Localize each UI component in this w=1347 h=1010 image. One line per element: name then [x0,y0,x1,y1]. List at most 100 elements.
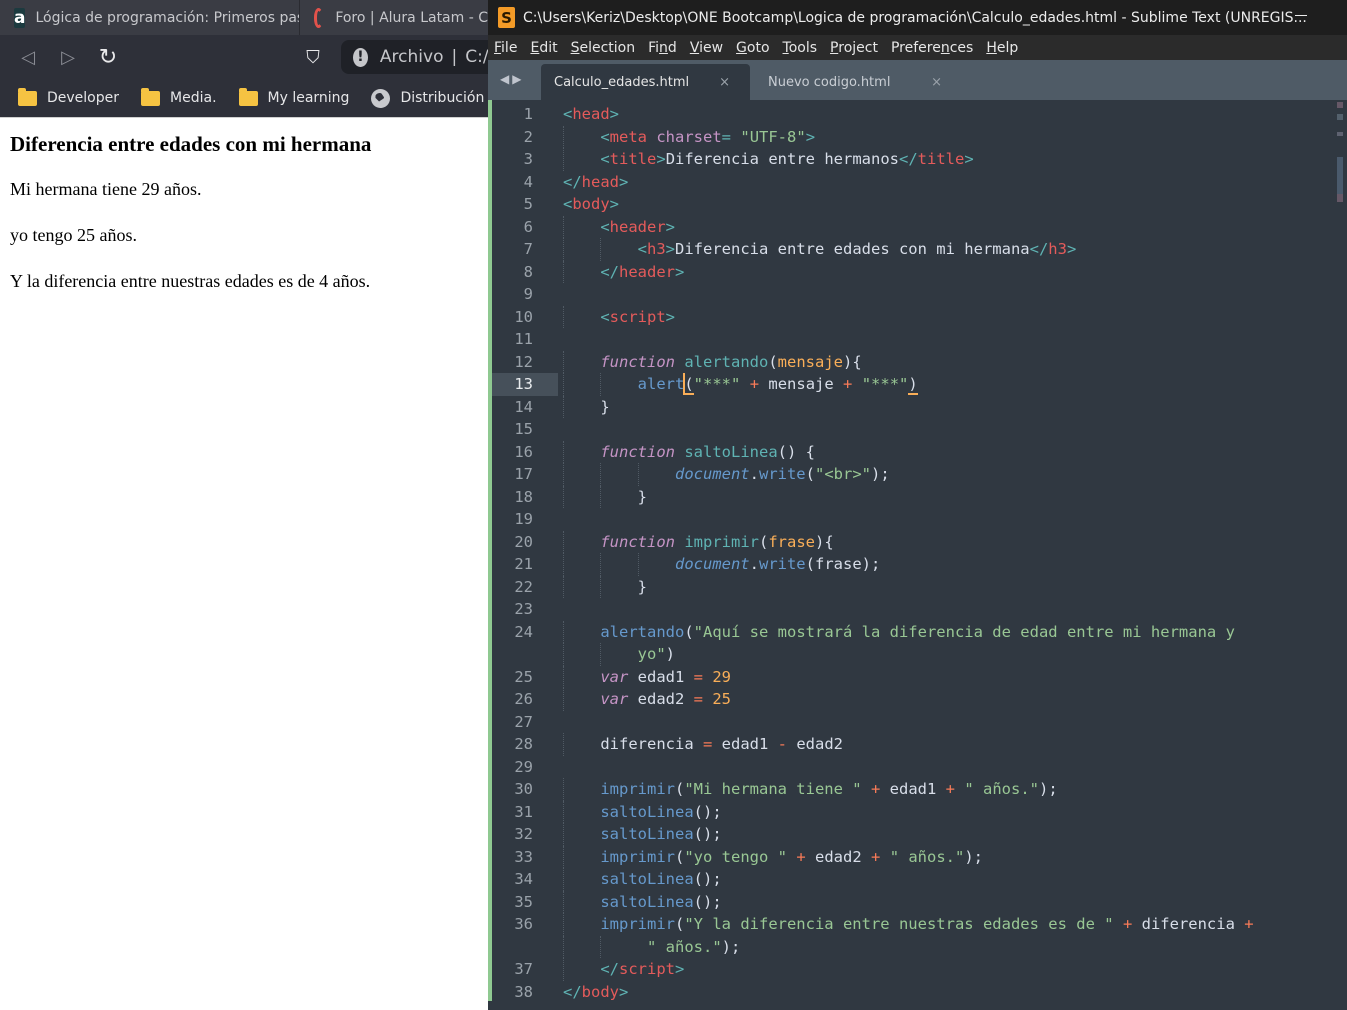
code-editor[interactable]: 1234567891011121314151617181920212223240… [488,100,1347,1010]
info-icon[interactable]: ! [353,47,368,67]
line-number: 23 [514,600,533,618]
indent-guide [563,733,564,756]
code-line[interactable]: document.write(frase); [563,553,1333,576]
code-line[interactable]: function saltoLinea() { [563,440,1333,463]
menu-item[interactable]: File [494,40,517,56]
code-line[interactable]: saltoLinea(); [563,800,1333,823]
code-line[interactable]: saltoLinea(); [563,890,1333,913]
code-line[interactable] [563,418,1333,441]
token-str: " años." [647,937,722,956]
code-line[interactable]: </head> [563,171,1333,194]
token-builtin: alert [637,375,685,393]
code-line[interactable]: saltoLinea(); [563,868,1333,891]
code-line[interactable]: document.write("<br>"); [563,463,1333,486]
bookmark-label: Developer [47,90,120,106]
token-op: + [843,375,853,393]
folder-icon [238,87,258,106]
tab-title: Foro | Alura Latam - C [335,9,488,26]
code-line[interactable]: <meta charset= "UTF-8"> [563,125,1333,148]
bookmark-developer[interactable]: Developer [18,87,120,106]
menu-item[interactable]: Edit [530,40,557,56]
menu-item[interactable]: Project [830,40,878,56]
indent-guide [563,778,564,801]
code-line[interactable]: </body> [563,981,1333,1004]
code-line[interactable]: <head> [563,103,1333,126]
tab-nav-arrows-icon[interactable]: ◀▶ [500,72,524,86]
menu-item[interactable]: Selection [571,40,636,56]
code-line[interactable]: diferencia = edad1 - edad2 [563,733,1333,756]
code-line[interactable] [563,598,1333,621]
code-line[interactable]: var edad2 = 25 [563,688,1333,711]
code-line[interactable]: </header> [563,260,1333,283]
token-tag: h3 [1048,240,1067,258]
minimize-icon[interactable] [1295,15,1307,16]
code-line[interactable] [563,508,1333,531]
line-number: 34 [514,870,533,888]
token-str: "UTF-8" [740,127,806,146]
code-line[interactable]: var edad1 = 29 [563,665,1333,688]
code-line[interactable]: } [563,575,1333,598]
line-number: 10 [514,307,533,326]
editor-tab-calculo-edades[interactable]: Calculo_edades.html × [541,64,750,100]
line-number-gutter: 1234567891011121314151617181920212223240… [492,103,558,1003]
code-line[interactable]: saltoLinea(); [563,823,1333,846]
token-plain: mensaje [759,375,844,393]
code-line[interactable]: function imprimir(frase){ [563,530,1333,553]
address-bar[interactable]: ! Archivo | C:/U [341,40,501,74]
token-str: "***" [861,375,909,393]
line-number: 20 [514,532,533,551]
token-str: "Aquí se mostrará la diferencia de edad … [693,622,1235,641]
bookmark-distribucion[interactable]: Distribución se [371,88,488,108]
editor-tab-nuevo-codigo[interactable]: Nuevo codigo.html × [758,64,958,100]
token-op: = [702,735,713,753]
code-line[interactable]: imprimir("Y la diferencia entre nuestras… [563,913,1333,936]
code-line[interactable]: imprimir("yo tengo " + edad2 + " años.")… [563,845,1333,868]
code-line[interactable]: yo") [563,643,1333,666]
browser-tab-foro[interactable]: Foro | Alura Latam - C [300,0,488,35]
bookmark-icon[interactable]: ⛉ [301,45,325,69]
code-line[interactable] [563,756,1333,779]
code-line[interactable]: function alertando(mensaje){ [563,350,1333,373]
token-call: saltoLinea [600,825,694,843]
menu-item[interactable]: Tools [783,40,818,56]
token-punc: > [805,127,816,146]
code-line[interactable]: </script> [563,958,1333,981]
code-line[interactable]: imprimir("Mi hermana tiene " + edad1 + "… [563,778,1333,801]
code-line[interactable]: alertando("Aquí se mostrará la diferenci… [563,620,1333,643]
menu-item[interactable]: View [690,40,723,56]
bookmark-media[interactable]: Media. [141,87,217,106]
minimap[interactable] [1337,102,1343,202]
token-plain: ); [721,937,741,956]
indent-guide [600,935,602,958]
tab-label: Nuevo codigo.html [768,74,891,90]
code-line[interactable]: <script> [563,305,1333,328]
bookmark-my-learning[interactable]: My learning [238,87,349,106]
menu-item[interactable]: Preferences [891,40,973,56]
code-line[interactable]: <h3>Diferencia entre edades con mi herma… [563,238,1333,261]
menu-item[interactable]: Goto [736,40,769,56]
menu-item[interactable]: Find [648,40,677,56]
code-line[interactable]: } [563,485,1333,508]
code-line[interactable]: } [563,395,1333,418]
line-number: 19 [514,510,533,528]
close-icon[interactable]: × [719,75,730,90]
token-plain: Diferencia entre hermanos [665,150,899,168]
code-line[interactable] [563,711,1333,734]
code-line[interactable]: <body> [563,193,1333,216]
back-icon[interactable]: ◁ [16,45,40,69]
code-area[interactable]: <head> <meta charset= "UTF-8"> <title>Di… [563,103,1333,1003]
token-call: saltoLinea [600,870,694,888]
close-icon[interactable]: × [931,75,942,90]
browser-tab-logica[interactable]: a Lógica de programación: Primeros pas [0,0,300,35]
reload-icon[interactable]: ↻ [96,45,120,70]
code-line[interactable]: " años."); [563,935,1333,958]
code-line[interactable] [563,328,1333,351]
code-line[interactable] [563,283,1333,306]
code-line[interactable]: <header> [563,215,1333,238]
line-number: 38 [514,982,533,1001]
code-line[interactable]: alert("***" + mensaje + "***") [563,373,1333,396]
forward-icon[interactable]: ▷ [56,45,80,69]
code-line[interactable]: <title>Diferencia entre hermanos</title> [563,148,1333,171]
menu-item[interactable]: Help [986,40,1018,56]
